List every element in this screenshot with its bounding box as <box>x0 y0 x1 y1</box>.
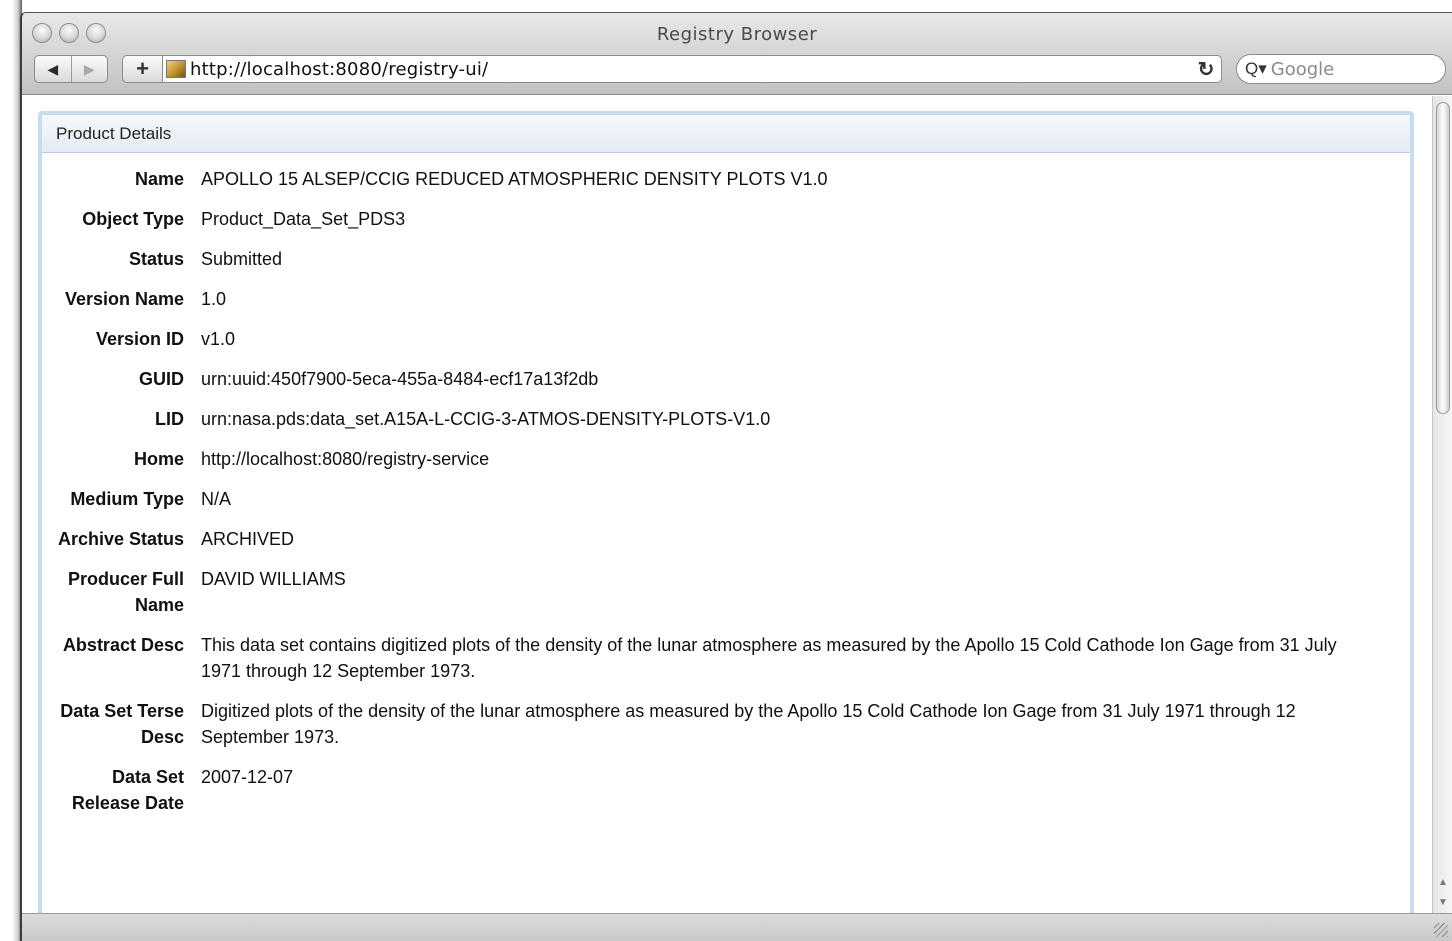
detail-row: Abstract Desc This data set contains digi… <box>42 632 1410 684</box>
detail-row: GUID urn:uuid:450f7900-5eca-455a-8484-ecf… <box>42 366 1410 392</box>
status-bar <box>22 913 1452 941</box>
site-favicon-icon <box>166 60 186 78</box>
detail-label: LID <box>155 409 184 429</box>
vertical-scrollbar[interactable]: ▲ ▼ <box>1432 96 1452 914</box>
detail-value: http://localhost:8080/registry-service <box>201 449 490 469</box>
detail-value: APOLLO 15 ALSEP/CCIG REDUCED ATMOSPHERIC… <box>201 169 828 189</box>
detail-row: Home http://localhost:8080/registry-servi… <box>42 446 1410 472</box>
detail-label: Medium Type <box>70 489 184 509</box>
add-bookmark-button[interactable]: + <box>122 55 162 83</box>
detail-row: Data Set Terse Desc Digitized plots of th… <box>42 698 1410 750</box>
search-box[interactable]: Q▾ <box>1236 54 1446 84</box>
resize-grip-icon[interactable] <box>1434 923 1448 937</box>
detail-row: Data Set Release Date 2007-12-07 <box>42 764 1410 816</box>
detail-row: Status Submitted <box>42 246 1410 272</box>
browser-frame: Registry Browser ◀ ▶ + http://localhost:… <box>20 12 1452 941</box>
detail-label: Data Set Release Date <box>71 767 184 813</box>
detail-row: Version ID v1.0 <box>42 326 1410 352</box>
detail-value: 1.0 <box>201 289 227 309</box>
detail-row: Version Name 1.0 <box>42 286 1410 312</box>
scroll-up-icon[interactable]: ▲ <box>1438 877 1448 888</box>
browser-window: Registry Browser ◀ ▶ + http://localhost:… <box>0 0 1452 941</box>
window-title: Registry Browser <box>656 24 818 45</box>
detail-label: Version ID <box>95 329 184 349</box>
detail-label: Data Set Terse Desc <box>60 701 184 747</box>
detail-value: N/A <box>201 489 232 509</box>
back-button[interactable]: ◀ <box>35 56 72 82</box>
detail-row: Producer Full Name DAVID WILLIAMS <box>42 566 1410 618</box>
url-field[interactable]: http://localhost:8080/registry-ui/ <box>190 59 1191 80</box>
detail-label: Object Type <box>82 209 184 229</box>
detail-value: urn:nasa.pds:data_set.A15A-L-CCIG-3-ATMO… <box>201 409 771 429</box>
back-arrow-icon: ◀ <box>47 60 59 77</box>
detail-label: Version Name <box>64 289 184 309</box>
detail-row: Archive Status ARCHIVED <box>42 526 1410 552</box>
detail-value: Submitted <box>201 249 283 269</box>
detail-label: Producer Full Name <box>67 569 184 615</box>
scrollbar-thumb[interactable] <box>1436 102 1450 414</box>
forward-arrow-icon: ▶ <box>83 60 95 77</box>
detail-value: v1.0 <box>201 329 236 349</box>
detail-label: Abstract Desc <box>62 635 184 655</box>
scroll-down-icon[interactable]: ▼ <box>1438 897 1448 908</box>
detail-label: GUID <box>139 369 184 389</box>
detail-label: Archive Status <box>57 529 184 549</box>
window-shadow <box>0 0 22 941</box>
detail-value: 2007-12-07 <box>201 767 294 787</box>
search-input[interactable] <box>1270 58 1421 80</box>
scroll-arrows: ▲ ▼ <box>1436 872 1450 912</box>
detail-row: Medium Type N/A <box>42 486 1410 512</box>
product-details-panel: Product Details Name APOLLO 15 ALSEP/CCIG… <box>38 111 1414 914</box>
detail-value: Digitized plots of the density of the lu… <box>201 701 1296 747</box>
detail-label: Name <box>134 169 184 189</box>
detail-value: This data set contains digitized plots o… <box>201 635 1337 681</box>
detail-row: Object Type Product_Data_Set_PDS3 <box>42 206 1410 232</box>
reload-icon[interactable]: ↻ <box>1191 57 1221 82</box>
detail-value: DAVID WILLIAMS <box>201 569 346 589</box>
details-list: Name APOLLO 15 ALSEP/CCIG REDUCED ATMOSPH… <box>42 166 1410 816</box>
detail-value: Product_Data_Set_PDS3 <box>201 209 406 229</box>
navigation-buttons: ◀ ▶ <box>34 55 108 83</box>
detail-label: Status <box>128 249 184 269</box>
browser-toolbar: Registry Browser ◀ ▶ + http://localhost:… <box>22 13 1452 95</box>
detail-value: urn:uuid:450f7900-5eca-455a-8484-ecf17a1… <box>201 369 599 389</box>
plus-icon: + <box>136 56 149 81</box>
detail-label: Home <box>133 449 184 469</box>
search-icon[interactable]: Q▾ <box>1245 59 1267 79</box>
detail-row: LID urn:nasa.pds:data_set.A15A-L-CCIG-3-A… <box>42 406 1410 432</box>
page-viewport: Product Details Name APOLLO 15 ALSEP/CCIG… <box>22 96 1434 914</box>
detail-value: ARCHIVED <box>201 529 295 549</box>
detail-row: Name APOLLO 15 ALSEP/CCIG REDUCED ATMOSPH… <box>42 166 1410 192</box>
forward-button[interactable]: ▶ <box>72 56 108 82</box>
panel-title: Product Details <box>42 115 1410 153</box>
address-bar[interactable]: http://localhost:8080/registry-ui/ ↻ <box>162 55 1222 83</box>
